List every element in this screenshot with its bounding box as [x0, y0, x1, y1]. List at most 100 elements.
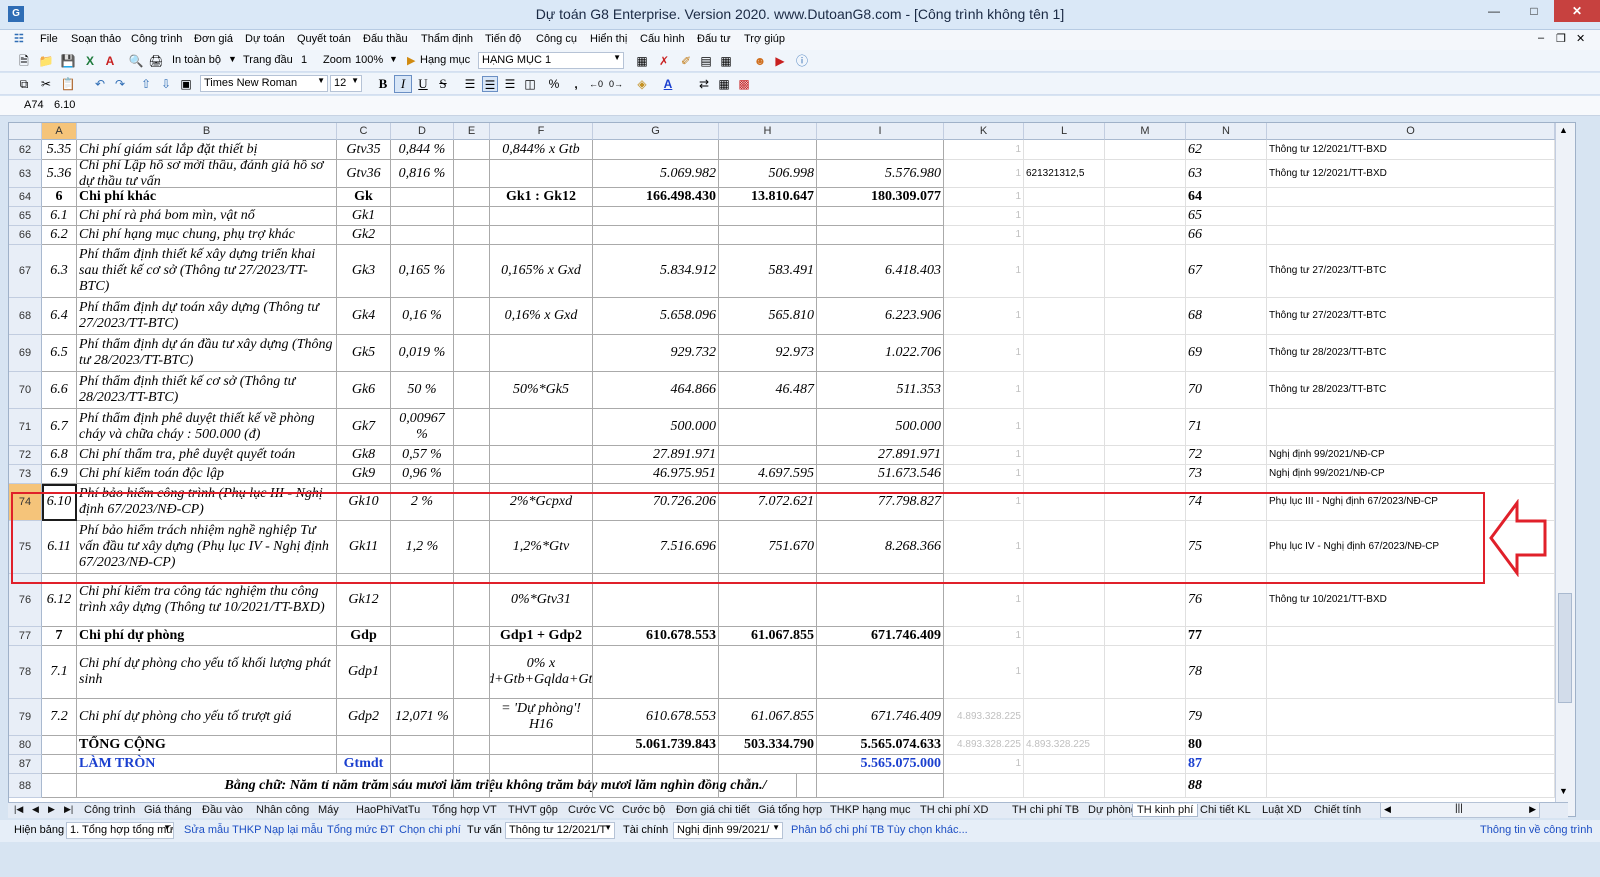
allocate-cost-link[interactable]: Phân bổ chi phí TB — [791, 824, 884, 836]
row-header[interactable]: 69 — [9, 335, 42, 372]
cell-d-73[interactable]: 0,96 % — [391, 465, 454, 484]
cell-n-73[interactable]: 73 — [1186, 465, 1267, 484]
cell-h-64[interactable]: 13.810.647 — [719, 188, 817, 207]
row-header[interactable]: 67 — [9, 245, 42, 298]
cell-c-72[interactable]: Gk8 — [337, 446, 391, 465]
formula-icon[interactable]: ▦ — [716, 76, 732, 92]
cell-a-69[interactable]: 6.5 — [42, 335, 77, 372]
cell-f-71[interactable] — [490, 409, 593, 446]
menu-app-icon[interactable]: ☷ — [14, 32, 24, 45]
cell-e-72[interactable] — [454, 446, 490, 465]
menu-bidding[interactable]: Đấu thầu — [363, 33, 408, 45]
brush-icon[interactable]: ✐ — [678, 53, 694, 69]
cell-c-64[interactable]: Gk — [337, 188, 391, 207]
cell-i-88[interactable] — [817, 774, 944, 798]
tab-prev-icon[interactable]: ◀ — [28, 804, 43, 815]
cell-b-71[interactable]: Phí thẩm định phê duyệt thiết kế về phòn… — [77, 409, 337, 446]
cell-h-73[interactable]: 4.697.595 — [719, 465, 817, 484]
cell-e-80[interactable] — [454, 736, 490, 755]
cell-l-63[interactable]: 621321312,5 — [1024, 160, 1105, 188]
edit-template-link[interactable]: Sửa mẫu THKP — [184, 824, 261, 836]
cell-a-64[interactable]: 6 — [42, 188, 77, 207]
row-header[interactable]: 80 — [9, 736, 42, 755]
row-header[interactable]: 64 — [9, 188, 42, 207]
cell-f-67[interactable]: 0,165% x Gxd — [490, 245, 593, 298]
cell-d-70[interactable]: 50 % — [391, 372, 454, 409]
column-header[interactable]: K — [944, 123, 1024, 140]
cell-i-78[interactable] — [817, 646, 944, 699]
cell-m-70[interactable] — [1105, 372, 1186, 409]
cell-k-77[interactable]: 1 — [944, 627, 1024, 646]
cell-c-65[interactable]: Gk1 — [337, 207, 391, 226]
cell-e-79[interactable] — [454, 699, 490, 736]
cell-b-70[interactable]: Phí thẩm định thiết kế cơ sở (Thông tư 2… — [77, 372, 337, 409]
cell-b-68[interactable]: Phí thẩm định dự toán xây dựng (Thông tư… — [77, 298, 337, 335]
cell-e-88[interactable] — [454, 774, 490, 798]
cell-g-72[interactable]: 27.891.971 — [593, 446, 719, 465]
cell-g-78[interactable] — [593, 646, 719, 699]
cell-c-67[interactable]: Gk3 — [337, 245, 391, 298]
cell-l-66[interactable] — [1024, 226, 1105, 245]
cell-e-77[interactable] — [454, 627, 490, 646]
cell-o-88[interactable] — [1267, 774, 1555, 798]
page-setup-icon[interactable]: ▦ — [718, 53, 734, 69]
move-up-icon[interactable]: ⇧ — [138, 76, 154, 92]
sheet-tab[interactable]: Đơn giá chi tiết — [672, 804, 754, 816]
delete-icon[interactable]: ✗ — [656, 53, 672, 69]
cell-o-72[interactable]: Nghị định 99/2021/NĐ-CP — [1267, 446, 1555, 465]
sheet-tab[interactable]: Giá tổng hợp — [754, 804, 826, 816]
align-left-icon[interactable]: ☰ — [462, 76, 478, 92]
row-header[interactable]: 71 — [9, 409, 42, 446]
column-header[interactable]: H — [719, 123, 817, 140]
cell-f-63[interactable] — [490, 160, 593, 188]
cell-o-66[interactable] — [1267, 226, 1555, 245]
cell-l-78[interactable] — [1024, 646, 1105, 699]
cell-o-87[interactable] — [1267, 755, 1555, 774]
sheet-tab[interactable]: TH chi phí XD — [916, 804, 992, 816]
horizontal-scrollbar[interactable]: ◀ ||| ▶ — [1380, 802, 1540, 818]
cell-d-65[interactable] — [391, 207, 454, 226]
cell-g-66[interactable] — [593, 226, 719, 245]
cell-m-66[interactable] — [1105, 226, 1186, 245]
cell-i-66[interactable] — [817, 226, 944, 245]
align-center-icon[interactable]: ☰ — [482, 76, 498, 92]
cell-k-69[interactable]: 1 — [944, 335, 1024, 372]
cell-i-64[interactable]: 180.309.077 — [817, 188, 944, 207]
underline-button[interactable]: U — [414, 75, 432, 93]
cell-b-62[interactable]: Chi phí giám sát lắp đặt thiết bị — [77, 140, 337, 160]
flag-icon[interactable]: ▩ — [736, 76, 752, 92]
menu-settlement[interactable]: Quyết toán — [297, 33, 351, 45]
cell-h-78[interactable] — [719, 646, 817, 699]
cell-c-78[interactable]: Gdp1 — [337, 646, 391, 699]
cell-e-70[interactable] — [454, 372, 490, 409]
cell-m-73[interactable] — [1105, 465, 1186, 484]
row-header[interactable]: 77 — [9, 627, 42, 646]
cell-h-87[interactable] — [719, 755, 817, 774]
cell-m-71[interactable] — [1105, 409, 1186, 446]
menu-unit-price[interactable]: Đơn giá — [194, 33, 233, 45]
cell-l-65[interactable] — [1024, 207, 1105, 226]
row-header[interactable]: 78 — [9, 646, 42, 699]
print-icon[interactable]: 🖨 — [148, 53, 164, 69]
cell-a-79[interactable]: 7.2 — [42, 699, 77, 736]
more-options-link[interactable]: Tùy chọn khác... — [887, 824, 968, 836]
cell-e-87[interactable] — [454, 755, 490, 774]
tab-first-icon[interactable]: |◀ — [10, 804, 27, 815]
font-size-select[interactable]: 12 ▼ — [330, 75, 362, 92]
menu-help[interactable]: Trợ giúp — [744, 33, 785, 45]
row-header[interactable]: 73 — [9, 465, 42, 484]
cell-f-79[interactable]: = 'Dự phòng'! H16 — [490, 699, 593, 736]
menu-tools[interactable]: Công cụ — [536, 33, 577, 45]
cell-a-62[interactable]: 5.35 — [42, 140, 77, 160]
sheet-tab[interactable]: Nhân công — [252, 804, 313, 816]
cell-f-69[interactable] — [490, 335, 593, 372]
mdi-close-icon[interactable]: ✕ — [1576, 32, 1585, 45]
cell-c-77[interactable]: Gdp — [337, 627, 391, 646]
open-folder-icon[interactable]: 📁 — [38, 53, 54, 69]
cell-i-71[interactable]: 500.000 — [817, 409, 944, 446]
select-cost-link[interactable]: Chọn chi phí — [399, 824, 461, 836]
cell-m-64[interactable] — [1105, 188, 1186, 207]
cell-n-78[interactable]: 78 — [1186, 646, 1267, 699]
cell-m-67[interactable] — [1105, 245, 1186, 298]
cell-i-67[interactable]: 6.418.403 — [817, 245, 944, 298]
